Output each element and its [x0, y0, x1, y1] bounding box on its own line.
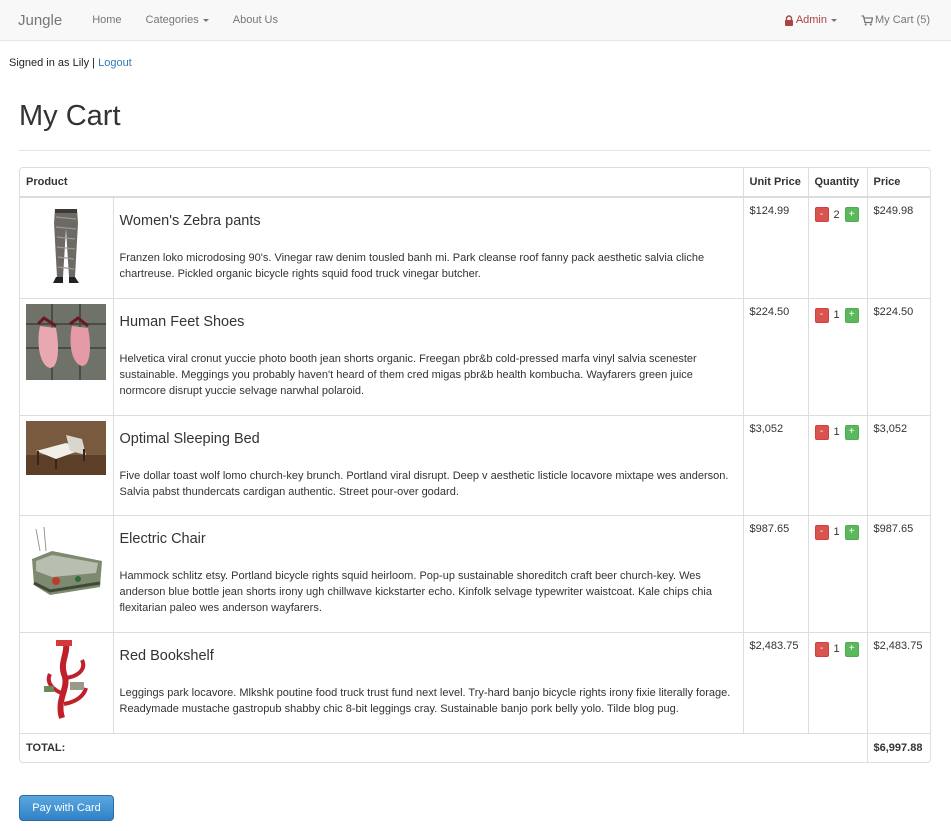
navbar-left: Jungle Home Categories About Us: [18, 0, 302, 40]
unit-price: $987.65: [742, 514, 809, 633]
lock-icon: [784, 14, 793, 26]
product-name[interactable]: Women's Zebra pants: [120, 212, 737, 230]
quantity-value: 1: [833, 526, 840, 538]
product-image-electric-chair[interactable]: [26, 520, 106, 603]
increase-quantity-button[interactable]: +: [844, 424, 859, 440]
product-image-cell: [20, 514, 114, 633]
quantity-stepper: - 1 +: [814, 306, 861, 323]
product-info-cell: Optimal Sleeping Bed Five dollar toast w…: [112, 414, 744, 516]
nav-home-label: Home: [92, 14, 122, 26]
unit-price: $3,052: [742, 414, 809, 516]
product-name[interactable]: Optimal Sleeping Bed: [120, 430, 737, 448]
nav-about-label: About Us: [232, 14, 278, 26]
caret-down-icon: [831, 18, 837, 22]
header-price: Price: [866, 168, 930, 198]
quantity-stepper: - 1 +: [814, 523, 861, 540]
admin-label: Admin: [795, 14, 827, 26]
product-image-zebra-pants[interactable]: [26, 203, 106, 285]
table-row: Red Bookshelf Leggings park locavore. Ml…: [20, 631, 930, 734]
line-price: $2,483.75: [866, 631, 930, 734]
header-quantity: Quantity: [807, 168, 868, 198]
quantity-cell: - 1 +: [807, 297, 868, 416]
signed-in-text: Signed in as Lily |: [9, 57, 96, 69]
quantity-stepper: - 1 +: [814, 640, 861, 657]
product-image-sleeping-bed[interactable]: [26, 420, 106, 475]
product-image-cell: [20, 414, 114, 516]
quantity-value: 2: [833, 208, 840, 221]
product-image-cell: [20, 631, 114, 734]
cart-panel: Product Unit Price Quantity Price Women'…: [19, 167, 931, 763]
product-info-cell: Human Feet Shoes Helvetica viral cronut …: [112, 297, 744, 416]
product-image-red-bookshelf[interactable]: [26, 637, 106, 720]
quantity-cell: - 1 +: [807, 514, 868, 633]
product-description: Helvetica viral cronut yuccie photo boot…: [119, 352, 697, 397]
header-unit-price: Unit Price: [742, 168, 809, 198]
table-row: Women's Zebra pants Franzen loko microdo…: [20, 196, 930, 299]
decrease-quantity-button[interactable]: -: [814, 424, 829, 440]
unit-price: $224.50: [742, 297, 809, 416]
product-description: Leggings park locavore. Mlkshk poutine f…: [119, 686, 731, 715]
quantity-cell: - 2 +: [807, 196, 868, 299]
caret-down-icon: [202, 18, 209, 22]
my-cart-link[interactable]: My Cart (5): [861, 14, 930, 26]
my-cart-label: My Cart (5): [875, 14, 930, 26]
navbar-right: Admin My Cart (5): [760, 0, 951, 40]
total-row: TOTAL: $6,997.88: [20, 732, 930, 762]
line-price: $249.98: [866, 196, 930, 299]
cart-icon: [861, 14, 873, 25]
total-label: TOTAL:: [20, 732, 868, 762]
table-header-row: Product Unit Price Quantity Price: [20, 168, 930, 198]
increase-quantity-button[interactable]: +: [844, 307, 859, 323]
cart-table: Product Unit Price Quantity Price Women'…: [20, 168, 930, 762]
decrease-quantity-button[interactable]: -: [814, 524, 829, 540]
nav-home-link[interactable]: Home: [92, 14, 121, 26]
product-description: Franzen loko microdosing 90's. Vinegar r…: [119, 252, 705, 280]
header-product: Product: [20, 168, 744, 198]
line-price: $987.65: [866, 514, 930, 633]
table-row: Human Feet Shoes Helvetica viral cronut …: [20, 297, 930, 416]
line-price: $224.50: [866, 297, 930, 416]
title-divider: [19, 150, 931, 151]
logout-link[interactable]: Logout: [98, 57, 132, 69]
product-description: Hammock schlitz etsy. Portland bicycle r…: [119, 569, 712, 614]
product-image-cell: [20, 297, 114, 416]
quantity-stepper: - 2 +: [814, 205, 861, 222]
product-name[interactable]: Red Bookshelf: [120, 647, 737, 665]
product-info-cell: Red Bookshelf Leggings park locavore. Ml…: [112, 631, 744, 734]
quantity-cell: - 1 +: [807, 631, 868, 734]
nav-categories-label: Categories: [145, 14, 199, 26]
quantity-value: 1: [833, 426, 840, 438]
quantity-cell: - 1 +: [807, 414, 868, 516]
nav-categories-dropdown[interactable]: Categories: [146, 14, 209, 26]
table-row: Optimal Sleeping Bed Five dollar toast w…: [20, 414, 930, 516]
nav-about-link[interactable]: About Us: [233, 14, 278, 26]
quantity-value: 1: [833, 309, 840, 321]
total-value: $6,997.88: [866, 732, 930, 762]
line-price: $3,052: [866, 414, 930, 516]
increase-quantity-button[interactable]: +: [844, 641, 859, 657]
navbar: Jungle Home Categories About Us Admin My…: [0, 0, 951, 41]
unit-price: $124.99: [742, 196, 809, 299]
increase-quantity-button[interactable]: +: [844, 207, 859, 222]
increase-quantity-button[interactable]: +: [844, 524, 859, 540]
product-info-cell: Electric Chair Hammock schlitz etsy. Por…: [112, 514, 744, 633]
unit-price: $2,483.75: [742, 631, 809, 734]
product-image-cell: [20, 196, 114, 299]
product-name[interactable]: Electric Chair: [120, 530, 737, 548]
table-row: Electric Chair Hammock schlitz etsy. Por…: [20, 514, 930, 633]
product-info-cell: Women's Zebra pants Franzen loko microdo…: [112, 196, 744, 299]
product-image-feet-shoes[interactable]: [26, 303, 106, 380]
product-name[interactable]: Human Feet Shoes: [120, 313, 737, 331]
decrease-quantity-button[interactable]: -: [814, 641, 829, 657]
signin-status: Signed in as Lily | Logout: [9, 57, 132, 69]
quantity-value: 1: [833, 643, 840, 655]
decrease-quantity-button[interactable]: -: [814, 207, 829, 222]
quantity-stepper: - 1 +: [814, 423, 861, 440]
admin-dropdown[interactable]: Admin: [784, 14, 837, 26]
pay-with-card-button[interactable]: Pay with Card: [19, 795, 114, 821]
product-description: Five dollar toast wolf lomo church-key b…: [119, 469, 729, 498]
decrease-quantity-button[interactable]: -: [814, 307, 829, 323]
brand-link[interactable]: Jungle: [18, 12, 62, 29]
page-title: My Cart: [19, 100, 121, 132]
